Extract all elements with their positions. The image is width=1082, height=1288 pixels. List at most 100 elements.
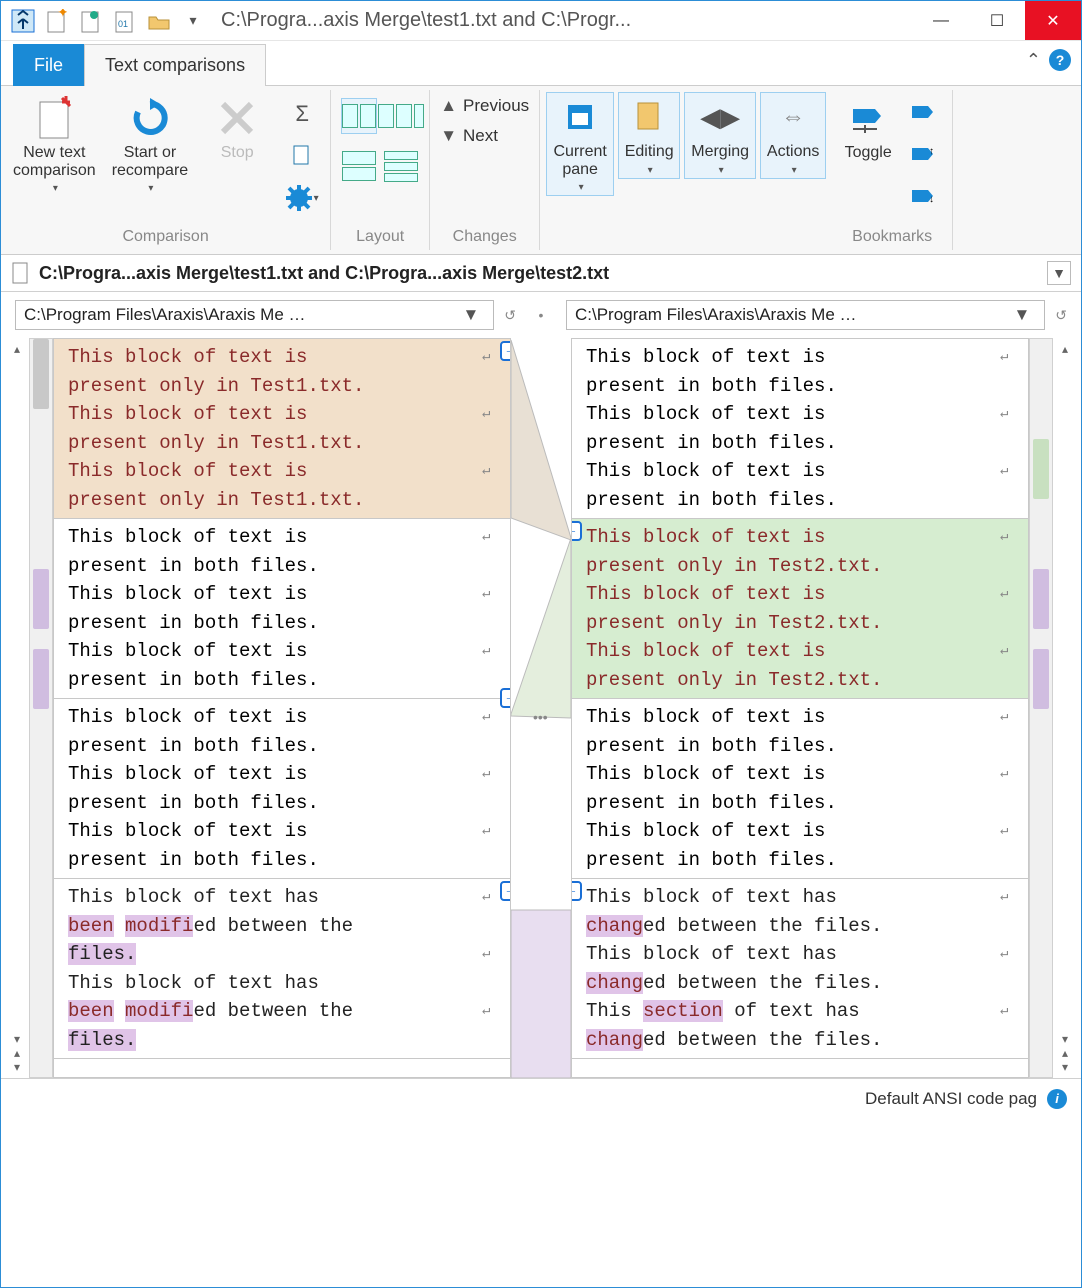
diff-line: changed between the files. (586, 1026, 1018, 1055)
diff-line: This block of text is (68, 760, 476, 789)
collapse-ribbon-icon[interactable]: ⌃ (1026, 50, 1041, 71)
group-layout: Layout (331, 90, 430, 250)
tab-text-comparisons[interactable]: Text comparisons (84, 44, 266, 86)
left-file-path[interactable]: C:\Program Files\Araxis\Araxis Me …▼ (15, 300, 494, 330)
gear-icon[interactable]: ▾ (284, 180, 320, 216)
diff-line: This block of text is (586, 760, 994, 789)
diff-line: This block of text is (68, 637, 476, 666)
scroll-up-icon[interactable]: ▴ (1062, 342, 1068, 356)
sigma-icon[interactable]: Σ (284, 96, 320, 132)
diff-view: ▴ ▾ ▴ ▾ This block of text is↵present on… (1, 338, 1081, 1078)
history-right-icon[interactable]: ↺ (1055, 307, 1067, 324)
status-bar: Default ANSI code pag i (1, 1078, 1081, 1118)
new-binary-icon[interactable]: 01 (111, 7, 139, 35)
group-bookmarks: Toggle ↑ ↓ Bookmarks (832, 90, 953, 250)
wrap-icon: ↵ (482, 637, 500, 662)
scroll-down-icon[interactable]: ▾ (1062, 1032, 1068, 1046)
diff-line: present in both files. (68, 846, 500, 875)
file-path-row: C:\Program Files\Araxis\Araxis Me …▼ ↺ •… (1, 292, 1081, 338)
diff-line: This block of text is (68, 400, 476, 429)
group-label-comparison: Comparison (122, 228, 208, 248)
diff-line: changed between the files. (586, 912, 1018, 941)
new-doc-icon[interactable]: ✦ (43, 7, 71, 35)
stop-button: Stop (198, 92, 276, 166)
quick-access-toolbar: ✦ 01 ▾ (1, 7, 215, 35)
jump-bottom-icon[interactable]: ▾ (14, 1060, 20, 1074)
jump-top-icon[interactable]: ▴ (14, 1046, 20, 1060)
diff-block[interactable]: This block of text is↵present in both fi… (54, 519, 510, 699)
bookmark-next-icon[interactable] (906, 94, 942, 130)
diff-line: This block of text is (586, 703, 994, 732)
status-encoding: Default ANSI code pag (865, 1089, 1037, 1109)
layout-horizontal3-icon[interactable] (383, 148, 419, 184)
right-overview-gutter[interactable] (1029, 338, 1053, 1078)
diff-block[interactable]: This block of text has↵been modified bet… (54, 879, 510, 1059)
bookmark-down-icon[interactable]: ↓ (906, 178, 942, 214)
diff-line: This block of text is (586, 580, 994, 609)
left-nav-column: ▴ ▾ ▴ ▾ (5, 338, 29, 1078)
merge-left-icon[interactable]: ← (571, 881, 582, 901)
group-label-panes (684, 228, 688, 248)
left-overview-gutter[interactable] (29, 338, 53, 1078)
layout-vertical3-icon[interactable] (383, 98, 419, 134)
diff-block[interactable]: This block of text is↵present only in Te… (572, 519, 1028, 699)
current-pane-button[interactable]: Current pane▾ (546, 92, 614, 196)
close-button[interactable]: ✕ (1025, 1, 1081, 40)
diff-line: This block of text is (68, 343, 476, 372)
diff-line: present in both files. (68, 732, 500, 761)
history-left-icon[interactable]: ↺ (504, 307, 516, 324)
window-title: C:\Progra...axis Merge\test1.txt and C:\… (215, 9, 913, 32)
doc-dropdown-icon[interactable]: ▼ (1047, 261, 1071, 285)
wrap-icon: ↵ (482, 940, 500, 965)
maximize-button[interactable]: ☐ (969, 1, 1025, 40)
right-pane[interactable]: This block of text is↵present in both fi… (571, 338, 1029, 1078)
scroll-down-icon[interactable]: ▾ (14, 1032, 20, 1046)
svg-text:↑: ↑ (929, 146, 934, 157)
new-text-comparison-button[interactable]: New text comparison▾ (7, 92, 102, 198)
actions-button[interactable]: ⇔ Actions▾ (760, 92, 826, 179)
toggle-bookmark-button[interactable]: Toggle (838, 92, 898, 166)
wrap-icon: ↵ (1000, 637, 1018, 662)
document-header: C:\Progra...axis Merge\test1.txt and C:\… (1, 255, 1081, 292)
group-label-layout: Layout (356, 228, 404, 248)
next-change-button[interactable]: ▼Next (440, 126, 529, 146)
open-folder-icon[interactable] (145, 7, 173, 35)
wrap-icon: ↵ (1000, 400, 1018, 425)
options-doc-icon[interactable] (284, 138, 320, 174)
right-file-path[interactable]: C:\Program Files\Araxis\Araxis Me …▼ (566, 300, 1045, 330)
previous-change-button[interactable]: ▲Previous (440, 96, 529, 116)
diff-line: been modified between the (68, 997, 476, 1026)
layout-vertical-icon[interactable] (341, 98, 377, 134)
diff-line: This block of text is (68, 580, 476, 609)
app-icon[interactable] (9, 7, 37, 35)
wrap-icon: ↵ (1000, 703, 1018, 728)
info-icon[interactable]: i (1047, 1089, 1067, 1109)
jump-bottom-icon[interactable]: ▾ (1062, 1060, 1068, 1074)
diff-block[interactable]: This block of text is↵present in both fi… (54, 699, 510, 879)
merge-left-icon[interactable]: ← (571, 521, 582, 541)
diff-block[interactable]: This block of text is↵present in both fi… (572, 339, 1028, 519)
tab-file[interactable]: File (13, 44, 84, 86)
editing-button[interactable]: Editing▾ (618, 92, 680, 179)
merge-right-icon[interactable]: → (500, 881, 511, 901)
bookmark-up-icon[interactable]: ↑ (906, 136, 942, 172)
qat-dropdown-icon[interactable]: ▾ (179, 7, 207, 35)
left-pane[interactable]: This block of text is↵present only in Te… (53, 338, 511, 1078)
recompare-button[interactable]: Start or recompare▾ (106, 92, 194, 198)
new-compare-icon[interactable] (77, 7, 105, 35)
help-icon[interactable]: ? (1049, 49, 1071, 71)
diff-line: files. (68, 1026, 500, 1055)
layout-horizontal-icon[interactable] (341, 148, 377, 184)
jump-top-icon[interactable]: ▴ (1062, 1046, 1068, 1060)
diff-block[interactable]: This block of text has↵changed between t… (572, 879, 1028, 1059)
minimize-button[interactable]: — (913, 1, 969, 40)
diff-block[interactable]: This block of text is↵present in both fi… (572, 699, 1028, 879)
diff-line: This block of text has (586, 940, 994, 969)
diff-block[interactable]: This block of text is↵present only in Te… (54, 339, 510, 519)
merge-right-icon[interactable]: → (500, 341, 511, 361)
wrap-icon: ↵ (482, 523, 500, 548)
diff-line: This block of text is (586, 343, 994, 372)
diff-line: files. (68, 940, 476, 969)
scroll-up-icon[interactable]: ▴ (14, 342, 20, 356)
merging-button[interactable]: ◀▶ Merging▾ (684, 92, 756, 179)
